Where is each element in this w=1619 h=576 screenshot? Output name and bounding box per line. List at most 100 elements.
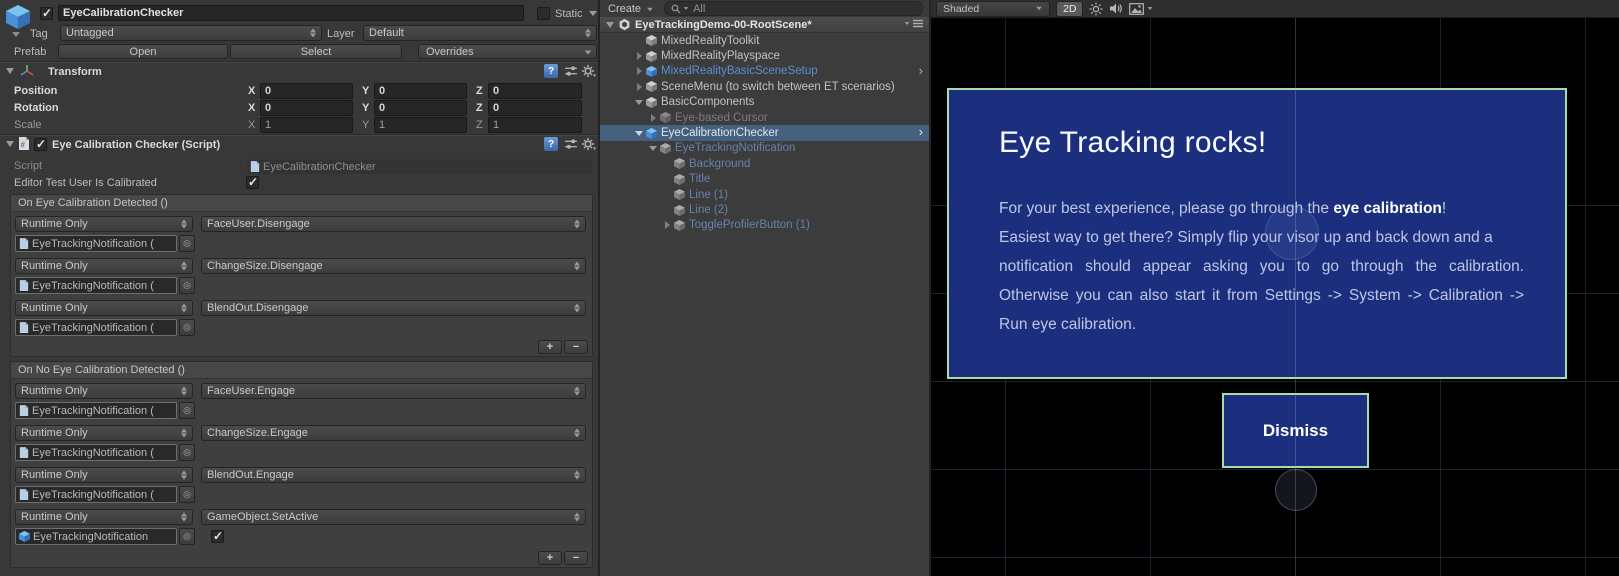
event-function-dropdown[interactable]: FaceUser.Engage: [201, 383, 586, 399]
expand-arrow-icon[interactable]: [636, 52, 642, 61]
event-function-dropdown[interactable]: BlendOut.Disengage: [201, 300, 586, 316]
prefab-open-button[interactable]: Open: [58, 44, 228, 59]
prefab-select-button[interactable]: Select: [230, 44, 402, 59]
rotation-y-field[interactable]: 0: [374, 100, 467, 116]
event-mode-dropdown[interactable]: Runtime Only: [15, 258, 193, 274]
hierarchy-item-line-1[interactable]: Line (1): [600, 187, 929, 202]
scene-options-icon[interactable]: [903, 19, 923, 28]
hierarchy-item-eyecalibrationchecker[interactable]: EyeCalibrationChecker ›: [600, 124, 929, 141]
collapse-arrow-icon[interactable]: [635, 130, 643, 136]
script-foldout[interactable]: [6, 141, 14, 147]
scale-z-field[interactable]: 1: [488, 117, 582, 133]
object-picker-button[interactable]: ◎: [179, 528, 195, 545]
event-target-field[interactable]: EyeTrackingNotification (: [15, 277, 177, 294]
hierarchy-item-mixedrealityplayspace[interactable]: MixedRealityPlayspace: [600, 48, 929, 63]
hierarchy-item-title[interactable]: Title: [600, 172, 929, 187]
object-picker-button[interactable]: ◎: [179, 402, 195, 419]
event-target-field[interactable]: EyeTrackingNotification (: [15, 402, 177, 419]
setactive-bool-checkbox[interactable]: [211, 529, 224, 543]
2d-toggle-button[interactable]: 2D: [1056, 0, 1084, 17]
event-mode-dropdown[interactable]: Runtime Only: [15, 383, 193, 399]
scene-lighting-icon[interactable]: [1089, 2, 1103, 16]
object-picker-button[interactable]: ◎: [179, 277, 195, 294]
event-target-field[interactable]: EyeTrackingNotification (: [15, 319, 177, 336]
gear-icon[interactable]: [582, 64, 596, 78]
scale-x-field[interactable]: 1: [260, 117, 353, 133]
expand-arrow-icon[interactable]: [636, 67, 642, 76]
calibrated-checkbox[interactable]: [246, 175, 259, 189]
event-mode-dropdown[interactable]: Runtime Only: [15, 216, 193, 232]
event-function-dropdown[interactable]: BlendOut.Engage: [201, 467, 586, 483]
minus-icon: −: [572, 552, 580, 564]
presets-icon[interactable]: [564, 64, 578, 78]
create-button[interactable]: Create: [608, 3, 654, 15]
transform-foldout[interactable]: [6, 68, 14, 74]
expand-arrow-icon[interactable]: [650, 113, 656, 122]
hierarchy-item-background[interactable]: Background: [600, 156, 929, 171]
help-icon[interactable]: ?: [544, 64, 558, 78]
hierarchy-item-toggleprofilerbutton[interactable]: ToggleProfilerButton (1): [600, 218, 929, 233]
icon-picker-caret[interactable]: [12, 32, 20, 37]
scene-effects-dropdown[interactable]: [1129, 2, 1154, 15]
layer-dropdown[interactable]: Default: [363, 25, 597, 41]
scene-audio-icon[interactable]: [1109, 2, 1123, 15]
script-enabled-checkbox[interactable]: [34, 137, 47, 151]
object-picker-button[interactable]: ◎: [179, 486, 195, 503]
shading-mode-dropdown[interactable]: Shaded: [936, 0, 1050, 17]
event-mode-dropdown[interactable]: Runtime Only: [15, 300, 193, 316]
scale-y-field[interactable]: 1: [374, 117, 467, 133]
hierarchy-item-basiccomponents[interactable]: BasicComponents: [600, 95, 929, 110]
hierarchy-item-line-2[interactable]: Line (2): [600, 202, 929, 217]
hierarchy-item-eye-based-cursor[interactable]: Eye-based Cursor: [600, 110, 929, 125]
scene-foldout[interactable]: [606, 21, 614, 28]
prefab-open-chevron[interactable]: ›: [919, 63, 923, 78]
event-add-button[interactable]: +: [538, 551, 562, 565]
object-picker-button[interactable]: ◎: [179, 319, 195, 336]
gameobject-cube-icon[interactable]: [5, 4, 31, 30]
event-mode-dropdown[interactable]: Runtime Only: [15, 425, 193, 441]
position-z-field[interactable]: 0: [488, 83, 582, 99]
item-label: EyeCalibrationChecker: [661, 127, 779, 140]
static-checkbox[interactable]: [537, 7, 550, 20]
prefab-overrides-dropdown[interactable]: Overrides: [418, 44, 597, 59]
hierarchy-item-eyetrackingnotification[interactable]: EyeTrackingNotification: [600, 141, 929, 156]
expand-arrow-icon[interactable]: [664, 221, 670, 230]
event-target-field[interactable]: EyeTrackingNotification (: [15, 486, 177, 503]
hierarchy-item-mixedrealitytoolkit[interactable]: MixedRealityToolkit: [600, 33, 929, 48]
static-dropdown-caret[interactable]: [589, 11, 597, 16]
event-target-field[interactable]: EyeTrackingNotification (: [15, 235, 177, 252]
gameobject-active-checkbox[interactable]: [40, 6, 53, 20]
object-picker-button[interactable]: ◎: [179, 444, 195, 461]
script-object-field[interactable]: EyeCalibrationChecker: [246, 158, 593, 175]
presets-icon[interactable]: [564, 137, 578, 151]
event-mode: Runtime Only: [21, 260, 88, 272]
gear-icon[interactable]: [582, 137, 596, 151]
collapse-arrow-icon[interactable]: [649, 145, 657, 151]
event-function-dropdown[interactable]: ChangeSize.Disengage: [201, 258, 586, 274]
position-y-field[interactable]: 0: [374, 83, 467, 99]
help-icon[interactable]: ?: [544, 137, 558, 151]
event-mode-dropdown[interactable]: Runtime Only: [15, 467, 193, 483]
tag-dropdown[interactable]: Untagged: [60, 25, 322, 41]
event-function-dropdown[interactable]: ChangeSize.Engage: [201, 425, 586, 441]
event-add-button[interactable]: +: [538, 340, 562, 354]
event-mode-dropdown[interactable]: Runtime Only: [15, 509, 193, 525]
collapse-arrow-icon[interactable]: [635, 99, 643, 105]
event-remove-button[interactable]: −: [564, 340, 588, 354]
scene-header-row[interactable]: EyeTrackingDemo-00-RootScene*: [600, 17, 929, 33]
position-x-field[interactable]: 0: [260, 83, 353, 99]
event-function-dropdown[interactable]: FaceUser.Disengage: [201, 216, 586, 232]
object-picker-button[interactable]: ◎: [179, 235, 195, 252]
event-remove-button[interactable]: −: [564, 551, 588, 565]
hierarchy-item-mixedrealitybasicscenesetup[interactable]: MixedRealityBasicSceneSetup ›: [600, 63, 929, 79]
hierarchy-item-scenemenu[interactable]: SceneMenu (to switch between ET scenario…: [600, 79, 929, 94]
event-target-field[interactable]: EyeTrackingNotification (: [15, 444, 177, 461]
hierarchy-search-input[interactable]: All: [664, 1, 923, 16]
rotation-x-field[interactable]: 0: [260, 100, 353, 116]
gameobject-name-field[interactable]: EyeCalibrationChecker: [58, 5, 524, 21]
rotation-z-field[interactable]: 0: [488, 100, 582, 116]
prefab-open-chevron[interactable]: ›: [919, 124, 923, 139]
event-target-field[interactable]: EyeTrackingNotification: [15, 528, 177, 545]
expand-arrow-icon[interactable]: [636, 82, 642, 91]
event-function-dropdown[interactable]: GameObject.SetActive: [201, 509, 586, 525]
